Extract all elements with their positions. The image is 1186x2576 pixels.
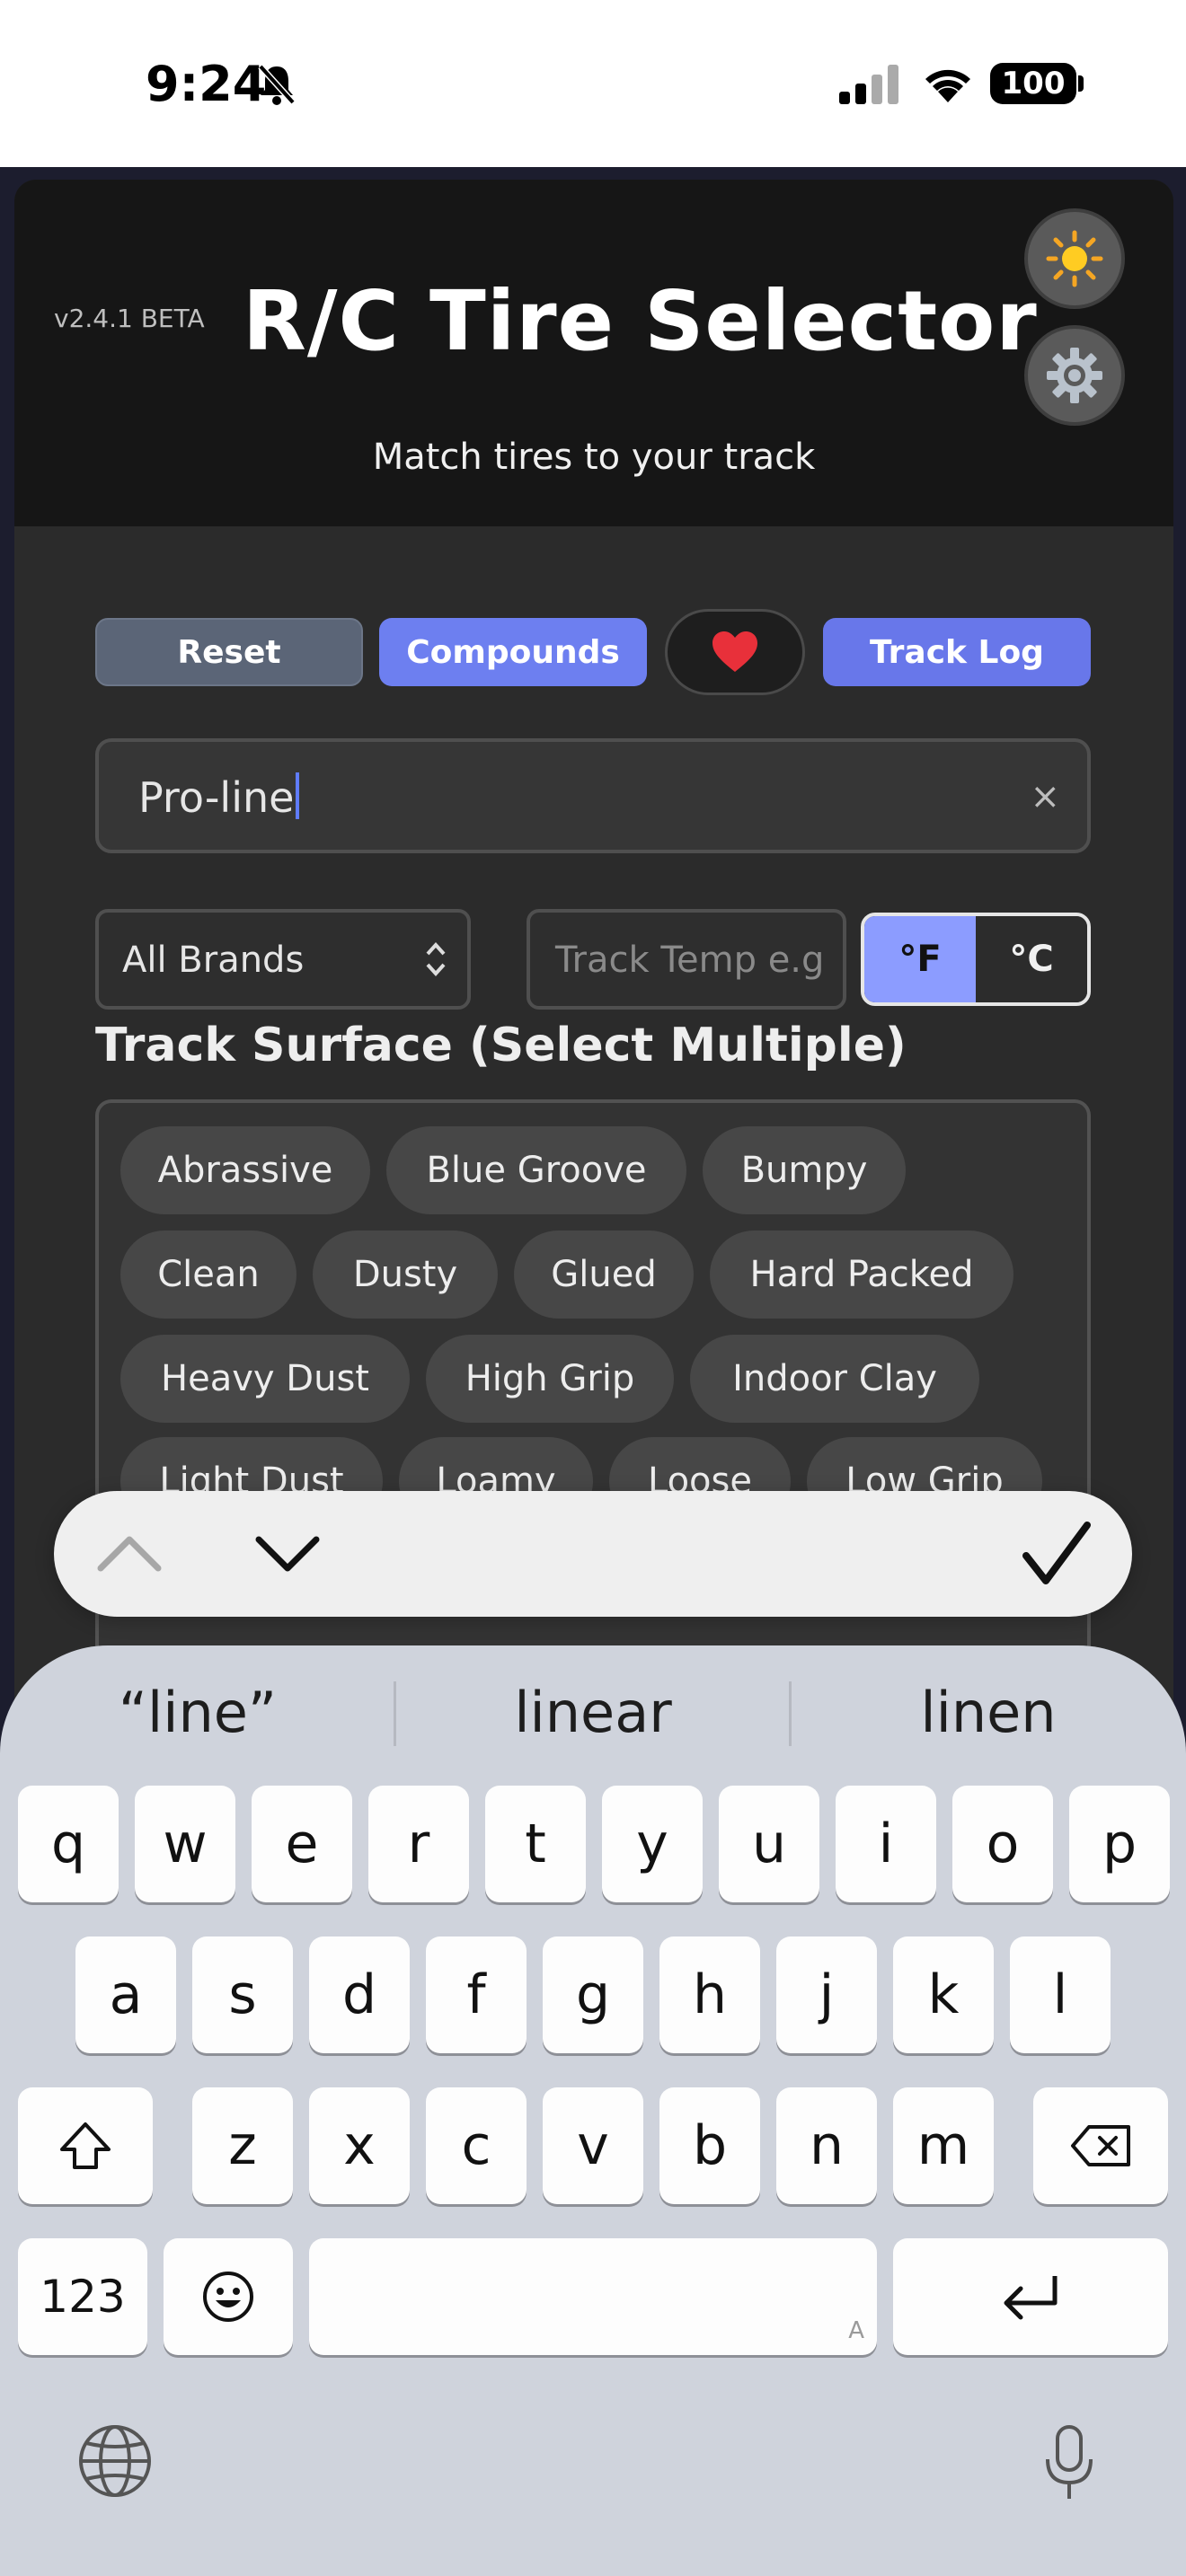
track-log-button[interactable]: Track Log — [823, 618, 1091, 686]
track-temp-placeholder: Track Temp e.g — [555, 940, 825, 981]
search-input-value: Pro-line — [138, 773, 295, 822]
checkmark-done-icon[interactable] — [1021, 1520, 1093, 1588]
search-input[interactable]: Pro-line × — [95, 738, 1091, 853]
key[interactable]: k — [893, 1936, 994, 2053]
surface-chip[interactable]: Clean — [120, 1231, 296, 1319]
chevron-updown-icon — [426, 942, 446, 976]
key[interactable]: n — [776, 2087, 877, 2204]
keyboard-accessory-bar — [54, 1491, 1132, 1617]
surface-chip[interactable]: Dusty — [313, 1231, 498, 1319]
onscreen-keyboard: “line” linear linen q w e r t y u i o p … — [0, 1645, 1186, 2576]
text-caret — [296, 772, 300, 819]
heart-icon — [712, 631, 757, 672]
search-input-value-wrap: Pro-line — [138, 772, 300, 822]
surface-chip[interactable]: High Grip — [426, 1335, 674, 1423]
compounds-button[interactable]: Compounds — [379, 618, 647, 686]
page-subtitle: Match tires to your track — [372, 437, 816, 478]
key[interactable]: o — [952, 1786, 1053, 1902]
silent-bell-icon — [258, 64, 296, 105]
surface-chip[interactable]: Indoor Clay — [690, 1335, 979, 1423]
clear-search-button[interactable]: × — [1030, 776, 1060, 817]
reset-button[interactable]: Reset — [95, 618, 363, 686]
shift-key[interactable] — [18, 2087, 153, 2204]
key[interactable]: l — [1010, 1936, 1111, 2053]
surface-chip[interactable]: Bumpy — [703, 1126, 906, 1214]
key[interactable]: c — [426, 2087, 527, 2204]
key[interactable]: e — [252, 1786, 352, 1902]
key[interactable]: r — [368, 1786, 469, 1902]
emoji-key[interactable] — [164, 2238, 293, 2355]
key[interactable]: v — [543, 2087, 643, 2204]
favorites-button[interactable] — [665, 609, 805, 695]
cellular-signal-icon — [839, 65, 898, 104]
wifi-icon — [925, 69, 970, 102]
suggestion-3[interactable]: linen — [791, 1680, 1186, 1745]
key[interactable]: j — [776, 1936, 877, 2053]
suggestion-1[interactable]: “line” — [0, 1680, 395, 1745]
microphone-icon[interactable] — [1042, 2423, 1096, 2502]
version-label: v2.4.1 BETA — [54, 304, 205, 333]
brand-select[interactable]: All Brands — [95, 909, 471, 1010]
chevron-down-icon[interactable] — [253, 1532, 322, 1577]
return-icon — [1004, 2276, 1058, 2320]
track-temp-input[interactable]: Track Temp e.g — [527, 909, 846, 1010]
status-time: 9:24 — [146, 56, 267, 112]
surface-chip[interactable]: Hard Packed — [710, 1231, 1013, 1319]
surface-chip[interactable]: Glued — [514, 1231, 694, 1319]
key[interactable]: t — [485, 1786, 586, 1902]
track-surface-heading: Track Surface (Select Multiple) — [95, 1019, 907, 1072]
temperature-unit-toggle: °F °C — [861, 913, 1091, 1006]
key[interactable]: g — [543, 1936, 643, 2053]
globe-icon[interactable] — [77, 2423, 153, 2499]
brand-select-value: All Brands — [122, 940, 305, 981]
battery-indicator: 100 — [990, 63, 1076, 104]
key[interactable]: w — [135, 1786, 235, 1902]
shift-icon — [60, 2122, 111, 2169]
app-header: v2.4.1 BETA R/C Tire Selector Match tire… — [14, 180, 1173, 526]
battery-tip — [1078, 75, 1084, 92]
unit-fahrenheit-button[interactable]: °F — [864, 916, 976, 1002]
backspace-icon — [1071, 2125, 1130, 2166]
numbers-key[interactable]: 123 — [18, 2238, 147, 2355]
return-key[interactable] — [893, 2238, 1168, 2355]
emoji-icon — [203, 2272, 253, 2322]
key[interactable]: f — [426, 1936, 527, 2053]
key[interactable]: s — [192, 1936, 293, 2053]
key[interactable]: q — [18, 1786, 119, 1902]
unit-celsius-button[interactable]: °C — [976, 916, 1087, 1002]
settings-button[interactable] — [1024, 325, 1125, 426]
surface-chip[interactable]: Heavy Dust — [120, 1335, 410, 1423]
key[interactable]: u — [719, 1786, 819, 1902]
chevron-up-icon[interactable] — [95, 1531, 164, 1575]
suggestion-2[interactable]: linear — [395, 1680, 791, 1745]
key[interactable]: z — [192, 2087, 293, 2204]
key[interactable]: h — [659, 1936, 760, 2053]
status-bar: 9:24 100 — [0, 0, 1186, 167]
key[interactable]: b — [659, 2087, 760, 2204]
key[interactable]: p — [1069, 1786, 1170, 1902]
gear-icon — [1047, 348, 1102, 403]
key[interactable]: i — [836, 1786, 936, 1902]
sun-icon — [1046, 230, 1103, 287]
space-key-hint: A — [848, 2317, 864, 2344]
key[interactable]: a — [75, 1936, 176, 2053]
theme-toggle-button[interactable] — [1024, 208, 1125, 309]
key[interactable]: m — [893, 2087, 994, 2204]
space-key[interactable]: A — [309, 2238, 877, 2355]
surface-chip[interactable]: Blue Groove — [386, 1126, 686, 1214]
key[interactable]: d — [309, 1936, 410, 2053]
surface-chip[interactable]: Abrassive — [120, 1126, 370, 1214]
delete-key[interactable] — [1033, 2087, 1168, 2204]
key[interactable]: x — [309, 2087, 410, 2204]
page-title: R/C Tire Selector — [243, 273, 1038, 369]
key[interactable]: y — [602, 1786, 703, 1902]
